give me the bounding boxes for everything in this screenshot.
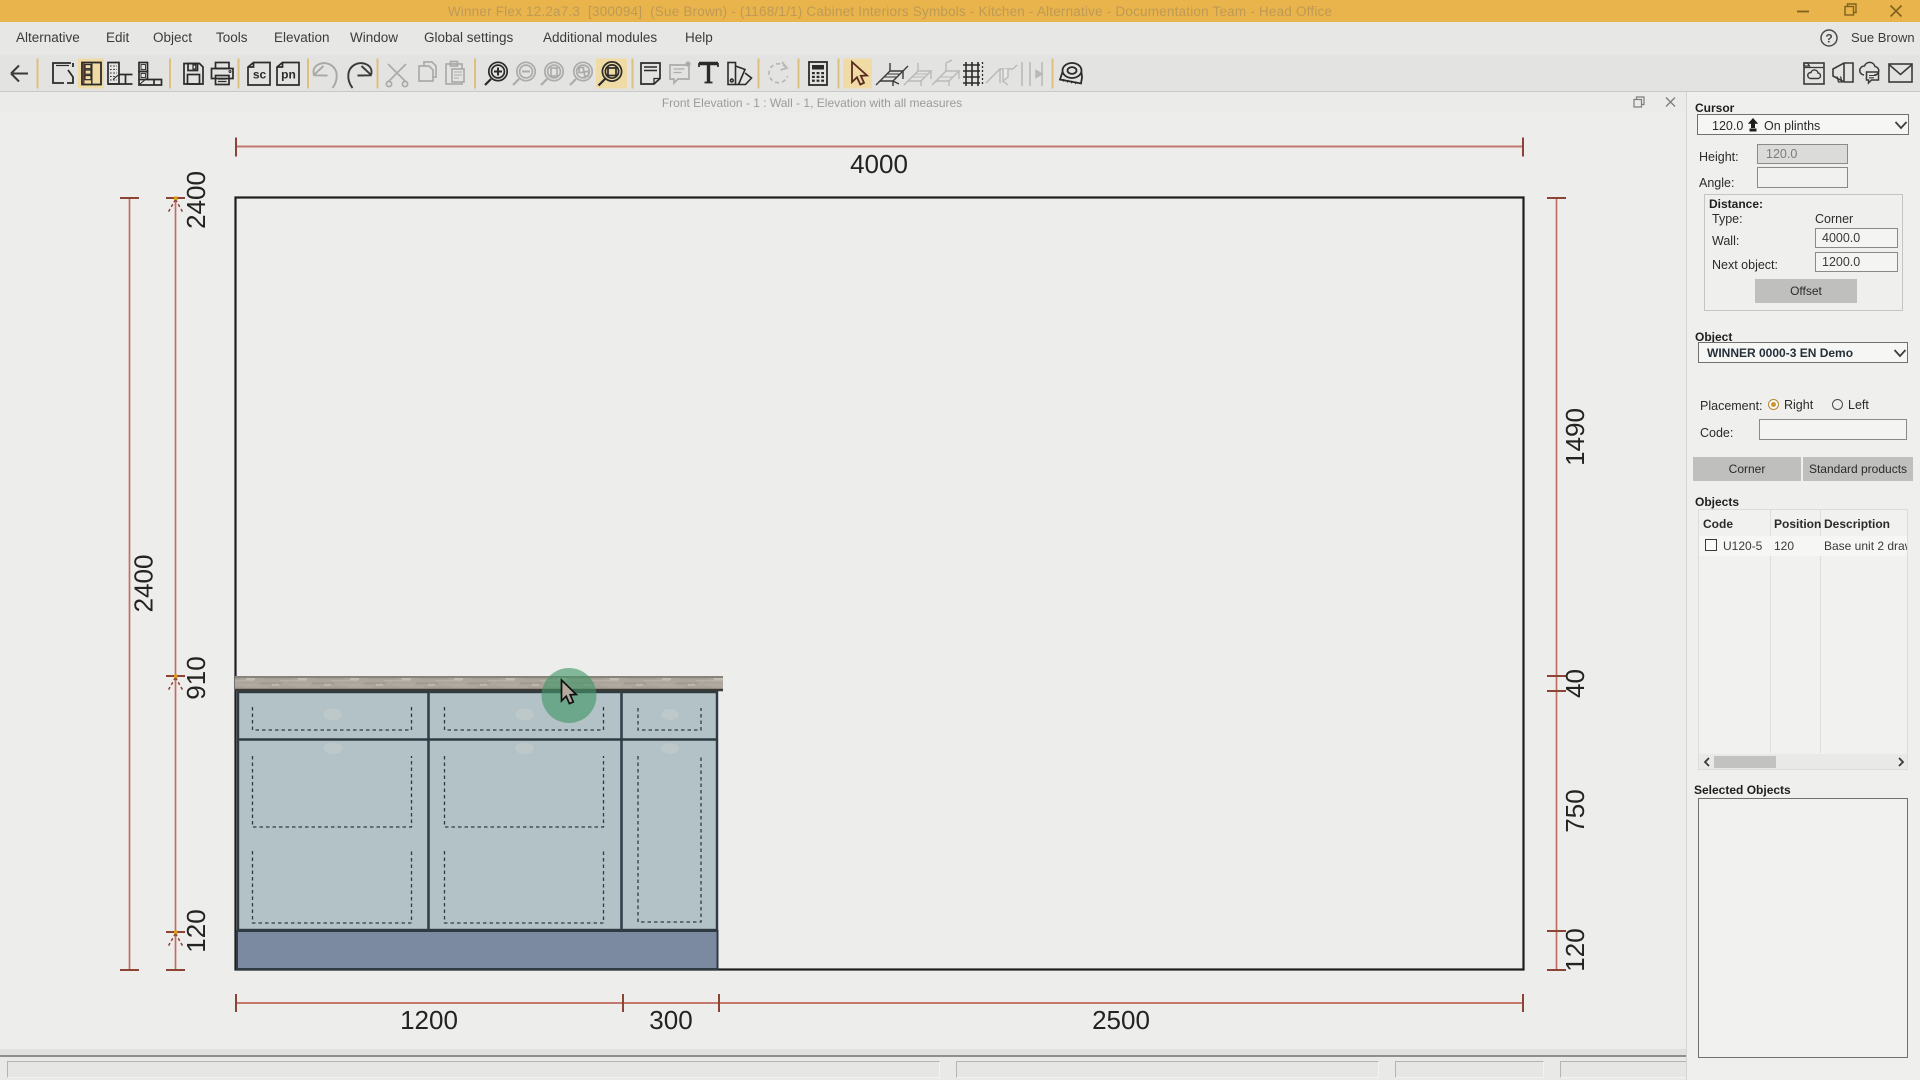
svg-text:?: ?: [1825, 32, 1832, 46]
svg-text:750: 750: [1560, 789, 1590, 832]
svg-text:120: 120: [181, 909, 211, 952]
svg-text:2500: 2500: [1092, 1005, 1150, 1035]
svg-text:910: 910: [181, 656, 211, 699]
svg-text:120: 120: [1560, 928, 1590, 971]
svg-text:4000: 4000: [850, 149, 908, 179]
svg-text:1200: 1200: [400, 1005, 458, 1035]
svg-text:300: 300: [649, 1005, 692, 1035]
svg-text:2400: 2400: [129, 555, 159, 613]
svg-text:2400: 2400: [181, 171, 211, 229]
svg-text:1490: 1490: [1560, 408, 1590, 466]
svg-text:40: 40: [1560, 669, 1590, 698]
